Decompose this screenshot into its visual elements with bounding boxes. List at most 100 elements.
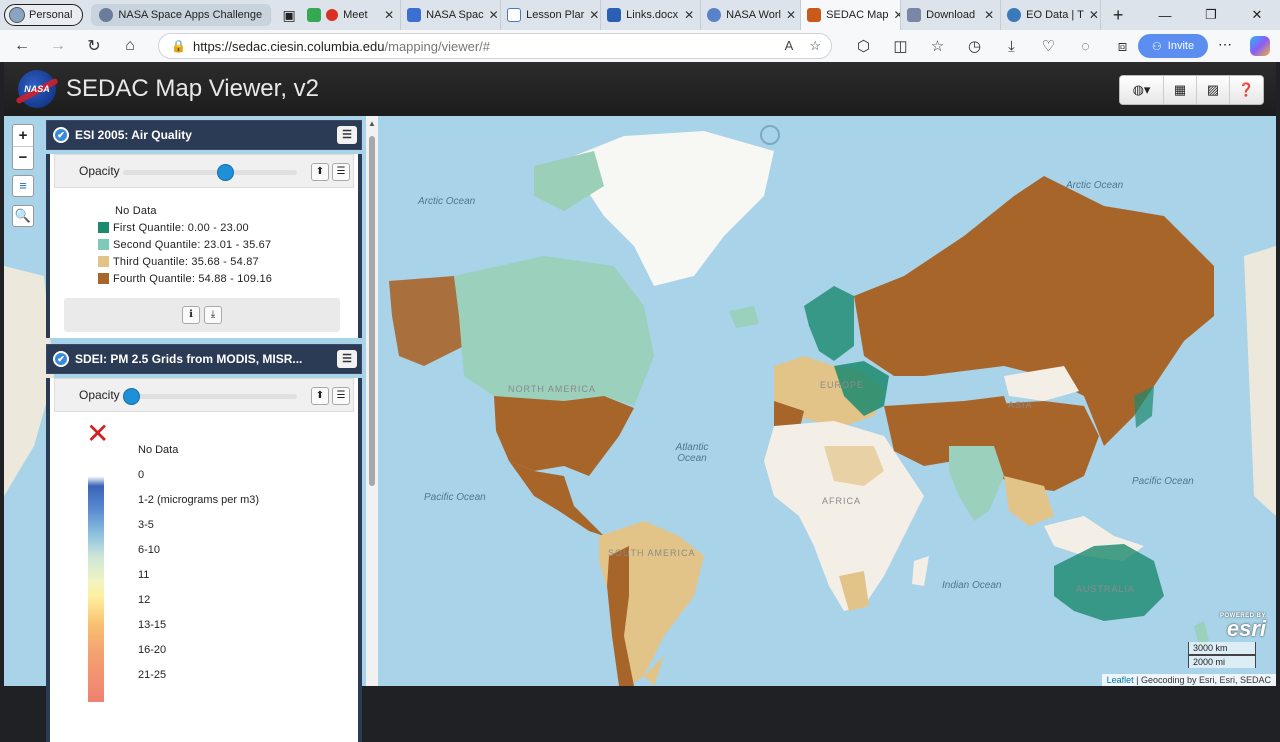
search-icon: 🔍 bbox=[14, 208, 32, 223]
browser-essentials-icon[interactable]: ♡ bbox=[1030, 37, 1067, 55]
checkmark-icon[interactable]: ✔ bbox=[53, 127, 69, 143]
scrollbar-thumb[interactable] bbox=[369, 136, 375, 486]
more-icon[interactable]: ⋯ bbox=[1218, 36, 1232, 53]
restore-icon[interactable]: ❐ bbox=[1188, 0, 1234, 30]
opacity-slider-handle[interactable] bbox=[217, 164, 235, 181]
tab-nasa-worldview[interactable]: NASA Worl ✕ bbox=[701, 0, 802, 30]
legend-pm25: ✕ No Data 0 1-2 (micrograms per m3) 3-5 … bbox=[50, 412, 358, 742]
legend-label: 1-2 (micrograms per m3) bbox=[138, 494, 260, 506]
favorite-star-icon[interactable]: ☆ bbox=[809, 38, 821, 54]
close-icon[interactable]: ✕ bbox=[489, 8, 499, 22]
close-window-icon[interactable]: ✕ bbox=[1234, 0, 1280, 30]
tab-nasa-spac[interactable]: NASA Spac ✕ bbox=[401, 0, 502, 30]
tab-download[interactable]: Download ✕ bbox=[901, 0, 1002, 30]
image-icon: ▨ bbox=[1206, 82, 1220, 97]
layers-list-button[interactable]: ≡ bbox=[12, 175, 34, 197]
copilot-icon[interactable] bbox=[1250, 36, 1270, 56]
tab-sedac-map[interactable]: SEDAC Map ✕ bbox=[801, 0, 902, 30]
tab-links-docx[interactable]: Links.docx ✕ bbox=[601, 0, 702, 30]
tab-actions-icon[interactable]: ▣ bbox=[277, 7, 301, 24]
refresh-icon[interactable]: ↻ bbox=[76, 36, 112, 56]
page-title: SEDAC Map Viewer, v2 bbox=[66, 75, 319, 102]
esri-logo: POWERED BY esri bbox=[1220, 612, 1266, 641]
search-button[interactable]: 🔍 bbox=[12, 205, 34, 227]
opacity-row: Opacity ⬆ ☰ bbox=[54, 378, 354, 412]
sedac-icon bbox=[807, 8, 822, 22]
record-icon bbox=[326, 9, 339, 21]
nasa-icon bbox=[407, 8, 422, 22]
tab-label: EO Data | T bbox=[1026, 9, 1084, 21]
close-icon[interactable]: ✕ bbox=[589, 8, 599, 22]
profile-button[interactable]: Personal bbox=[4, 4, 84, 26]
opacity-slider[interactable] bbox=[123, 388, 297, 405]
layer-options-icon[interactable]: ☰ bbox=[332, 163, 350, 181]
layers-grid-button[interactable]: ▦ bbox=[1164, 76, 1197, 104]
opacity-slider-handle[interactable] bbox=[123, 388, 140, 405]
legend-row: No Data bbox=[100, 202, 358, 219]
move-layer-up-icon[interactable]: ⬆ bbox=[311, 163, 329, 181]
tab-meet[interactable]: Meet ✕ bbox=[301, 0, 402, 30]
color-ramp bbox=[88, 462, 104, 702]
split-screen-icon[interactable]: ◫ bbox=[882, 37, 919, 55]
panel-scrollbar[interactable]: ▲ bbox=[366, 116, 378, 686]
download-icon[interactable]: ⤓ bbox=[204, 306, 222, 324]
layer-panel: ✔ ESI 2005: Air Quality ☰ Opacity ⬆ ☰ No… bbox=[46, 120, 362, 742]
close-icon[interactable]: ✕ bbox=[786, 8, 796, 22]
extensions-icon[interactable]: ⬡ bbox=[845, 37, 882, 55]
new-tab-icon[interactable]: + bbox=[1101, 5, 1135, 26]
legend-label: No Data bbox=[115, 204, 157, 217]
minimize-icon[interactable]: — bbox=[1142, 0, 1188, 30]
help-button[interactable]: ❓ bbox=[1230, 76, 1263, 104]
layer-menu-icon[interactable]: ☰ bbox=[337, 350, 357, 368]
zoom-in-button[interactable]: + bbox=[13, 125, 33, 147]
layer-header-esi[interactable]: ✔ ESI 2005: Air Quality ☰ bbox=[46, 120, 362, 150]
label-europe: EUROPE bbox=[820, 380, 865, 390]
info-icon[interactable]: ℹ bbox=[182, 306, 200, 324]
legend-label: 3-5 bbox=[138, 519, 154, 531]
locate-icon[interactable] bbox=[760, 125, 780, 145]
image-export-button[interactable]: ▨ bbox=[1197, 76, 1230, 104]
layer-menu-icon[interactable]: ☰ bbox=[337, 126, 357, 144]
tab-label: NASA Worl bbox=[726, 9, 781, 21]
profile-label: Personal bbox=[29, 9, 73, 21]
forward-icon[interactable]: → bbox=[40, 37, 76, 55]
scroll-up-icon[interactable]: ▲ bbox=[368, 119, 376, 128]
tab-lesson-plan[interactable]: Lesson Plar ✕ bbox=[501, 0, 602, 30]
invite-label: Invite bbox=[1167, 40, 1195, 52]
layer-options-icon[interactable]: ☰ bbox=[332, 387, 350, 405]
downloads-icon[interactable]: ⤓ bbox=[993, 38, 1030, 55]
read-aloud-icon[interactable]: A bbox=[785, 38, 794, 54]
home-icon[interactable]: ⌂ bbox=[112, 37, 148, 55]
legend-label: 12 bbox=[138, 594, 151, 606]
tab-label: Meet bbox=[343, 9, 368, 21]
opacity-slider[interactable] bbox=[123, 164, 297, 181]
close-icon[interactable]: ✕ bbox=[894, 8, 901, 22]
favorites-icon[interactable]: ☆ bbox=[919, 37, 956, 55]
invite-button[interactable]: ⚇ Invite bbox=[1138, 34, 1208, 58]
zoom-out-button[interactable]: − bbox=[13, 147, 33, 169]
layer-header-sdei[interactable]: ✔ SDEI: PM 2.5 Grids from MODIS, MISR...… bbox=[46, 344, 362, 374]
address-bar[interactable]: 🔒 https://sedac.ciesin.columbia.edu/mapp… bbox=[158, 33, 832, 59]
legend-label: 11 bbox=[138, 569, 150, 581]
tab-eo-data[interactable]: EO Data | T ✕ bbox=[1001, 0, 1102, 30]
leaflet-link[interactable]: Leaflet bbox=[1107, 675, 1134, 685]
history-icon[interactable]: ◷ bbox=[956, 37, 993, 55]
close-icon[interactable]: ✕ bbox=[384, 8, 394, 22]
move-layer-up-icon[interactable]: ⬆ bbox=[311, 387, 329, 405]
screenshot-icon[interactable]: ⧈ bbox=[1104, 38, 1141, 55]
basemap-button[interactable]: ◍▾ bbox=[1120, 76, 1164, 104]
layer-sdei: ✔ SDEI: PM 2.5 Grids from MODIS, MISR...… bbox=[46, 344, 362, 742]
legend-label: 16-20 bbox=[138, 644, 167, 656]
label-arctic-ocean-left: Arctic Ocean bbox=[418, 196, 476, 207]
close-icon[interactable]: ✕ bbox=[684, 8, 694, 22]
checkmark-icon[interactable]: ✔ bbox=[53, 351, 69, 367]
close-icon[interactable]: ✕ bbox=[1089, 8, 1099, 22]
close-icon[interactable]: ✕ bbox=[984, 8, 994, 22]
scale-mi: 2000 mi bbox=[1188, 655, 1256, 668]
label-arctic-ocean-right: Arctic Ocean bbox=[1066, 180, 1124, 191]
esri-label: esri bbox=[1226, 616, 1266, 641]
label-atlantic-ocean: Atlantic Ocean bbox=[675, 442, 709, 464]
back-icon[interactable]: ← bbox=[4, 37, 40, 55]
tab-nasa-space-apps[interactable]: NASA Space Apps Challenge bbox=[91, 4, 272, 26]
chat-icon[interactable]: ◌ bbox=[1067, 38, 1104, 55]
